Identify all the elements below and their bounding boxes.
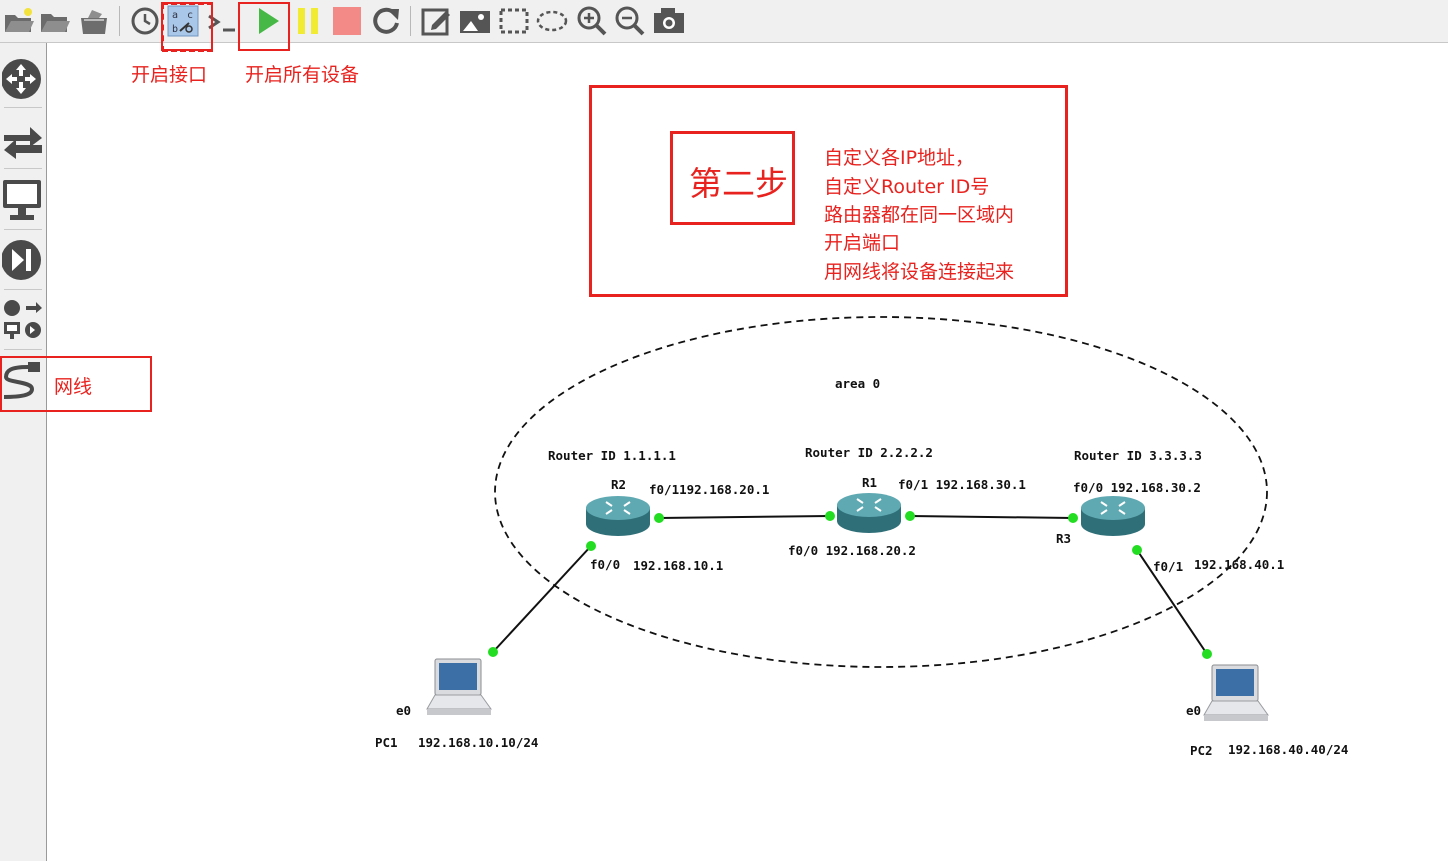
suspend-all-icon[interactable] [291, 4, 325, 38]
step-line-3: 路由器都在同一区域内 [824, 204, 1015, 226]
r1-name: R1 [862, 475, 878, 490]
step-line-4: 开启端口 [824, 232, 901, 254]
snapshot-clock-icon[interactable] [128, 4, 162, 38]
r2-f01-label: f0/1192.168.20.1 [649, 482, 770, 497]
r3-f01-ip: 192.168.40.1 [1194, 557, 1285, 572]
screenshot-camera-icon[interactable] [652, 4, 686, 38]
switches-category-icon[interactable] [0, 113, 46, 165]
add-note-icon[interactable] [419, 4, 453, 38]
sidebar-separator [4, 168, 42, 169]
cable-annotation: 网线 [54, 376, 93, 398]
router-r3-icon[interactable] [1079, 494, 1149, 540]
area-label: area 0 [835, 376, 881, 391]
step-line-1: 自定义各IP地址， [824, 147, 975, 169]
routers-category-icon[interactable] [0, 53, 46, 105]
reload-all-icon[interactable] [369, 4, 403, 38]
pc1-iface-label: e0 [396, 703, 412, 718]
r1-f00-label: f0/0 192.168.20.2 [788, 543, 916, 558]
sidebar-separator [4, 229, 42, 230]
security-devices-category-icon[interactable] [0, 234, 46, 286]
r3-f01-label: f0/1 [1153, 559, 1184, 574]
r3-f00-label: f0/0 192.168.30.2 [1073, 480, 1201, 495]
start-all-highlight-box [238, 2, 290, 51]
pc1-laptop-icon[interactable] [425, 657, 493, 719]
device-sidebar [0, 43, 47, 861]
interface-labels-highlight-box [161, 2, 213, 51]
r2-router-id: Router ID 1.1.1.1 [548, 448, 676, 463]
save-project-icon[interactable] [77, 4, 111, 38]
step-line-5: 用网线将设备连接起来 [824, 261, 1015, 283]
pc1-name: PC1 [375, 735, 398, 750]
stop-all-icon[interactable] [330, 4, 364, 38]
interface-annotation: 开启接口 [131, 64, 208, 86]
insert-picture-icon[interactable] [458, 4, 492, 38]
toolbar-separator [119, 6, 120, 36]
pc2-ip: 192.168.40.40/24 [1228, 742, 1349, 757]
open-folder-icon[interactable] [38, 4, 72, 38]
zoom-out-icon[interactable] [613, 4, 647, 38]
sidebar-separator [4, 289, 42, 290]
zoom-in-icon[interactable] [575, 4, 609, 38]
pc2-laptop-icon[interactable] [1202, 663, 1270, 725]
sidebar-separator [4, 107, 42, 108]
pc2-iface-label: e0 [1186, 703, 1202, 718]
r1-f01-label: f0/1 192.168.30.1 [898, 477, 1026, 492]
start-all-annotation: 开启所有设备 [245, 64, 360, 86]
toolbar-separator [410, 6, 411, 36]
step-line-2: 自定义Router ID号 [824, 176, 990, 198]
router-r1-icon[interactable] [835, 491, 905, 537]
router-r2-icon[interactable] [584, 494, 654, 540]
r3-name: R3 [1056, 531, 1072, 546]
sidebar-separator [4, 349, 42, 350]
r2-f00-ip: 192.168.10.1 [633, 558, 724, 573]
r3-router-id: Router ID 3.3.3.3 [1074, 448, 1202, 463]
pc2-name: PC2 [1190, 743, 1213, 758]
draw-ellipse-icon[interactable] [535, 4, 569, 38]
r2-f00-label: f0/0 [590, 557, 621, 572]
r1-router-id: Router ID 2.2.2.2 [805, 445, 933, 460]
draw-rectangle-icon[interactable] [497, 4, 531, 38]
pc1-ip: 192.168.10.10/24 [418, 735, 539, 750]
toolbar: acb [0, 0, 1448, 43]
open-project-icon[interactable] [2, 4, 36, 38]
end-devices-category-icon[interactable] [0, 174, 46, 226]
all-devices-category-icon[interactable] [0, 294, 46, 344]
step-title: 第二步 [689, 164, 788, 203]
r2-name: R2 [611, 477, 627, 492]
